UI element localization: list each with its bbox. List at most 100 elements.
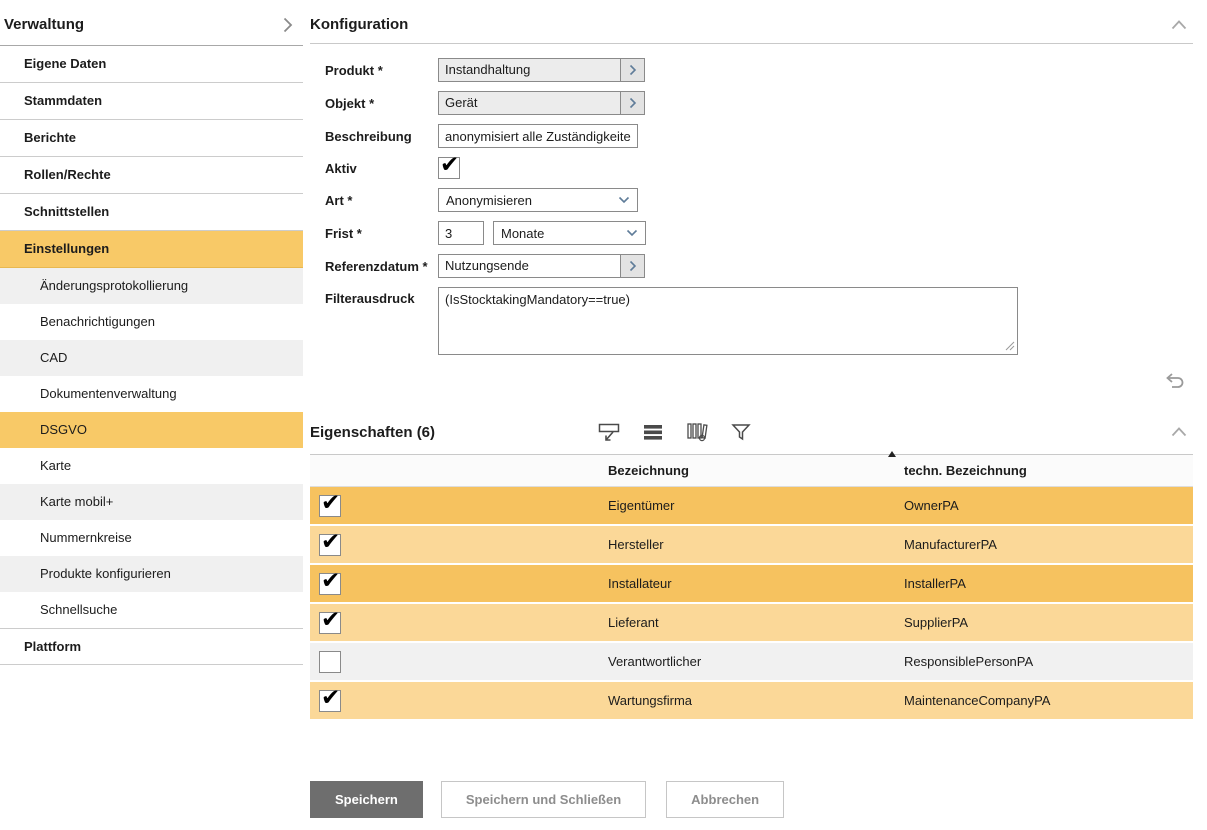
rows-icon [643,422,663,442]
chevron-right-icon [283,17,293,33]
sidebar-item-dokumentenverwaltung[interactable]: Dokumentenverwaltung [0,376,303,412]
column-header-techn-bezeichnung[interactable]: techn. Bezeichnung [904,463,1193,478]
save-button[interactable]: Speichern [310,781,423,818]
row-checkbox[interactable] [319,495,341,517]
filter-button[interactable] [727,420,755,444]
filterausdruck-wrap: (IsStocktakingMandatory==true) [438,287,1018,358]
sidebar-item-nummernkreise[interactable]: Nummernkreise [0,520,303,556]
sidebar-item-schnellsuche[interactable]: Schnellsuche [0,592,303,628]
sidebar-item-schnittstellen[interactable]: Schnittstellen [0,194,303,231]
objekt-open-button[interactable] [621,91,645,115]
row-checkbox[interactable] [319,573,341,595]
referenzdatum-open-button[interactable] [621,254,645,278]
produkt-open-button[interactable] [621,58,645,82]
sidebar-item-berichte[interactable]: Berichte [0,120,303,157]
frist-unit-value: Monate [501,226,626,241]
konfiguration-collapse-button[interactable] [1171,20,1193,30]
action-bar: Speichern Speichern und Schließen Abbrec… [310,781,1193,830]
art-label: Art * [325,193,438,208]
referenzdatum-value: Nutzungsende [438,254,621,278]
chevron-down-icon [626,229,638,237]
row-checkbox[interactable] [319,690,341,712]
table-row[interactable]: Verantwortlicher ResponsiblePersonPA [310,643,1193,680]
table-row[interactable]: Installateur InstallerPA [310,565,1193,602]
konfiguration-form: Produkt * Instandhaltung Objekt * Gerät [310,44,1193,358]
sidebar-header[interactable]: Verwaltung [0,10,303,46]
row-bezeichnung: Installateur [608,576,672,591]
frist-unit-select[interactable]: Monate [493,221,646,245]
select-rows-button[interactable] [595,420,623,444]
row-bezeichnung: Wartungsfirma [608,693,692,708]
referenzdatum-row: Referenzdatum * Nutzungsende [325,254,1193,278]
sidebar-item-dsgvo[interactable]: DSGVO [0,412,303,448]
eigenschaften-collapse-button[interactable] [1171,427,1193,437]
sidebar-item-cad[interactable]: CAD [0,340,303,376]
sidebar-item-einstellungen[interactable]: Einstellungen [0,231,303,268]
aktiv-label: Aktiv [325,161,438,176]
chevron-right-icon [629,260,637,272]
filterausdruck-row: Filterausdruck (IsStocktakingMandatory==… [325,287,1193,358]
eigenschaften-table: Bezeichnung techn. Bezeichnung Eigentüme… [310,455,1193,719]
table-row[interactable]: Lieferant SupplierPA [310,604,1193,641]
sidebar: Verwaltung Eigene Daten Stammdaten Beric… [0,0,303,830]
sidebar-item-produkte-konfigurieren[interactable]: Produkte konfigurieren [0,556,303,592]
columns-icon [686,422,708,442]
chevron-right-icon [629,97,637,109]
sidebar-item-aenderungsprotokollierung[interactable]: Änderungsprotokollierung [0,268,303,304]
eigenschaften-panel: Eigenschaften (6) [310,414,1193,719]
objekt-row: Objekt * Gerät [325,91,1193,115]
row-bezeichnung: Verantwortlicher [608,654,701,669]
table-row[interactable]: Hersteller ManufacturerPA [310,526,1193,563]
objekt-value: Gerät [438,91,621,115]
table-row[interactable]: Eigentümer OwnerPA [310,487,1193,524]
beschreibung-label: Beschreibung [325,129,438,144]
konfiguration-panel: Konfiguration Produkt * Instandhaltung [310,10,1193,400]
produkt-picker[interactable]: Instandhaltung [438,58,645,82]
art-select[interactable]: Anonymisieren [438,188,638,212]
sidebar-item-karte[interactable]: Karte [0,448,303,484]
app: Verwaltung Eigene Daten Stammdaten Beric… [0,0,1207,830]
sidebar-item-plattform[interactable]: Plattform [0,628,303,665]
chevron-right-icon [629,64,637,76]
row-techn-bezeichnung: MaintenanceCompanyPA [904,693,1050,708]
sidebar-title: Verwaltung [4,16,84,33]
referenzdatum-picker[interactable]: Nutzungsende [438,254,645,278]
undo-row [310,367,1193,400]
filter-icon [731,423,751,441]
save-and-close-button[interactable]: Speichern und Schließen [441,781,646,818]
chevron-up-icon [1171,20,1187,30]
sidebar-item-rollen-rechte[interactable]: Rollen/Rechte [0,157,303,194]
column-header-bezeichnung[interactable]: Bezeichnung [608,463,904,478]
beschreibung-input[interactable] [438,124,638,148]
row-checkbox[interactable] [319,612,341,634]
filterausdruck-label: Filterausdruck [325,287,438,306]
sidebar-item-karte-mobil[interactable]: Karte mobil+ [0,484,303,520]
produkt-label: Produkt * [325,63,438,78]
frist-row: Frist * Monate [325,221,1193,245]
row-checkbox[interactable] [319,651,341,673]
undo-icon [1163,373,1187,390]
row-techn-bezeichnung: OwnerPA [904,498,959,513]
objekt-picker[interactable]: Gerät [438,91,645,115]
chevron-down-icon [618,196,630,204]
aktiv-checkbox[interactable] [438,157,460,179]
frist-label: Frist * [325,226,438,241]
konfiguration-title: Konfiguration [310,16,408,33]
sidebar-item-benachrichtigungen[interactable]: Benachrichtigungen [0,304,303,340]
select-rows-icon [597,422,621,442]
cancel-button[interactable]: Abbrechen [666,781,784,818]
column-header-techn-label: techn. Bezeichnung [904,463,1027,478]
column-header-bezeichnung-label: Bezeichnung [608,463,689,478]
group-rows-button[interactable] [639,420,667,444]
sort-ascending-icon [888,451,896,457]
sidebar-item-stammdaten[interactable]: Stammdaten [0,83,303,120]
row-checkbox[interactable] [319,534,341,556]
sidebar-item-eigene-daten[interactable]: Eigene Daten [0,46,303,83]
row-bezeichnung: Eigentümer [608,498,674,513]
chevron-up-icon [1171,427,1187,437]
undo-button[interactable] [1163,373,1187,390]
table-row[interactable]: Wartungsfirma MaintenanceCompanyPA [310,682,1193,719]
filterausdruck-textarea[interactable]: (IsStocktakingMandatory==true) [438,287,1018,355]
columns-button[interactable] [683,420,711,444]
frist-input[interactable] [438,221,484,245]
